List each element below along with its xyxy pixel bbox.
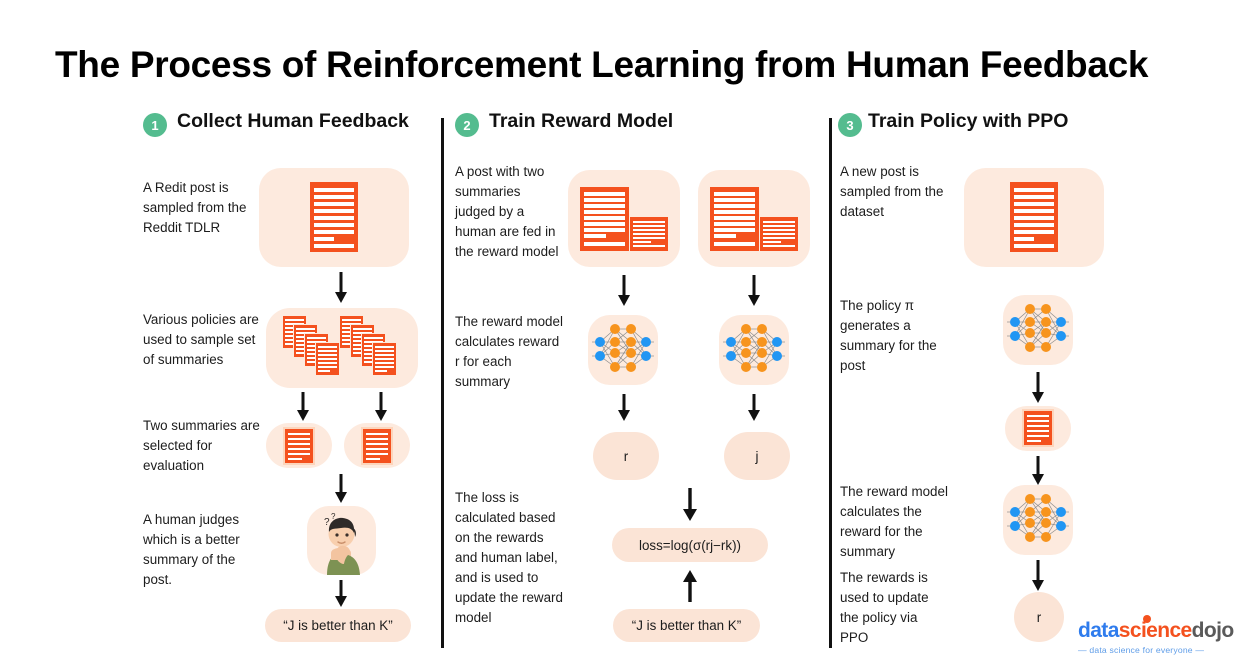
arrow-down-icon (375, 392, 387, 421)
summary-doc-icon (630, 217, 668, 251)
arrow-down-icon (297, 392, 309, 421)
logo-part-science: science (1118, 619, 1192, 642)
column1-header: 1 Collect Human Feedback (143, 110, 433, 144)
policy-nn-tile (1003, 295, 1073, 365)
arrow-down-icon (335, 474, 347, 503)
arrow-down-icon (1032, 456, 1044, 485)
post-with-summary-tile-right (698, 170, 810, 267)
summary-doc-icon (283, 427, 315, 465)
logo-wordmark: datasciencedojo (1078, 615, 1246, 642)
column3-caption-1: A new post is sampled from the dataset (840, 164, 944, 219)
svg-text:?: ? (324, 517, 330, 528)
reddit-post-tile (259, 168, 409, 267)
document-icon (310, 182, 358, 252)
svg-text:?: ? (331, 512, 336, 521)
logo-part-dojo: dojo (1191, 619, 1235, 642)
summaries-stacks-tile (266, 308, 418, 388)
generated-summary-tile (1005, 406, 1071, 451)
column3-header: 3 Train Policy with PPO (838, 110, 1168, 144)
column3-caption-2: The policy π generates a summary for the… (840, 298, 937, 373)
neural-network-icon (723, 324, 785, 372)
column2-header: 2 Train Reward Model (455, 110, 820, 144)
logo-part-data: data (1078, 619, 1119, 642)
column1-caption-3: Two summaries are selected for evaluatio… (143, 418, 260, 473)
arrow-down-icon (748, 394, 760, 421)
logo-dot-icon (1143, 615, 1151, 623)
arrow-down-icon (335, 272, 347, 303)
column1-title: Collect Human Feedback (177, 110, 409, 132)
loss-formula-pill: loss=log(σ(rj−rk)) (612, 528, 768, 562)
column2-title: Train Reward Model (489, 110, 674, 132)
final-reward-pill: r (1014, 592, 1064, 642)
summary-doc-icon (760, 217, 798, 251)
human-judge-tile: ? ? (307, 506, 376, 575)
column-divider-1 (441, 118, 444, 648)
arrow-down-icon (683, 488, 697, 521)
column2-caption-2: The reward model calculates reward r for… (455, 314, 563, 389)
column3-caption-4: The rewards is used to update the policy… (840, 570, 929, 645)
thinking-person-icon: ? ? (324, 512, 360, 575)
step-badge-2: 2 (455, 113, 479, 137)
selected-summary-tile-2 (344, 423, 410, 468)
arrow-down-icon (618, 394, 630, 421)
column1-caption-1: A Redit post is sampled from the Reddit … (143, 180, 247, 235)
reward-pill-right: j (724, 432, 790, 480)
arrow-up-icon (683, 570, 697, 602)
summary-doc-icon (361, 427, 393, 465)
post-with-summary-tile-left (568, 170, 680, 267)
page-title: The Process of Reinforcement Learning fr… (55, 44, 1149, 85)
column-train-reward-model: 2 Train Reward Model A post with two sum… (455, 110, 820, 625)
column-train-policy-ppo: 3 Train Policy with PPO A new post is sa… (838, 110, 1168, 645)
neural-network-icon (592, 324, 654, 372)
comparison-result-pill-1: “J is better than K” (265, 609, 411, 642)
selected-summary-tile-1 (266, 423, 332, 468)
reward-model-nn-tile-left (588, 315, 658, 385)
human-label-pill: “J is better than K” (613, 609, 760, 642)
document-icon (1010, 182, 1058, 252)
new-post-tile (964, 168, 1104, 267)
column2-caption-3: The loss is calculated based on the rewa… (455, 490, 563, 625)
logo-tagline: — data science for everyone — (1078, 645, 1205, 655)
arrow-down-icon (618, 275, 630, 306)
arrow-down-icon (748, 275, 760, 306)
column-divider-2 (829, 118, 832, 648)
reward-model-nn-tile (1003, 485, 1073, 555)
datasciencedojo-logo[interactable]: datasciencedojo — data science for every… (1078, 615, 1246, 655)
column2-caption-1: A post with two summaries judged by a hu… (455, 164, 559, 259)
step-badge-1: 1 (143, 113, 167, 137)
summary-doc-icon (1022, 409, 1054, 447)
post-doc-icon (580, 187, 629, 251)
neural-network-icon (1007, 304, 1069, 352)
infographic-root: The Process of Reinforcement Learning fr… (0, 0, 1250, 672)
column1-caption-2: Various policies are used to sample set … (143, 312, 259, 367)
column3-title: Train Policy with PPO (868, 110, 1069, 132)
stacked-doc-icon (372, 342, 397, 376)
post-doc-icon (710, 187, 759, 251)
arrow-down-icon (1032, 372, 1044, 403)
column-collect-human-feedback: 1 Collect Human Feedback A Redit post is… (143, 110, 433, 587)
arrow-down-icon (335, 580, 347, 607)
reward-model-nn-tile-right (719, 315, 789, 385)
arrow-down-icon (1032, 560, 1044, 591)
column1-caption-4: A human judges which is a better summary… (143, 512, 240, 587)
step-badge-3: 3 (838, 113, 862, 137)
neural-network-icon (1007, 494, 1069, 542)
stacked-doc-icon (315, 342, 340, 376)
column3-caption-3: The reward model calculates the reward f… (840, 484, 948, 559)
reward-pill-left: r (593, 432, 659, 480)
